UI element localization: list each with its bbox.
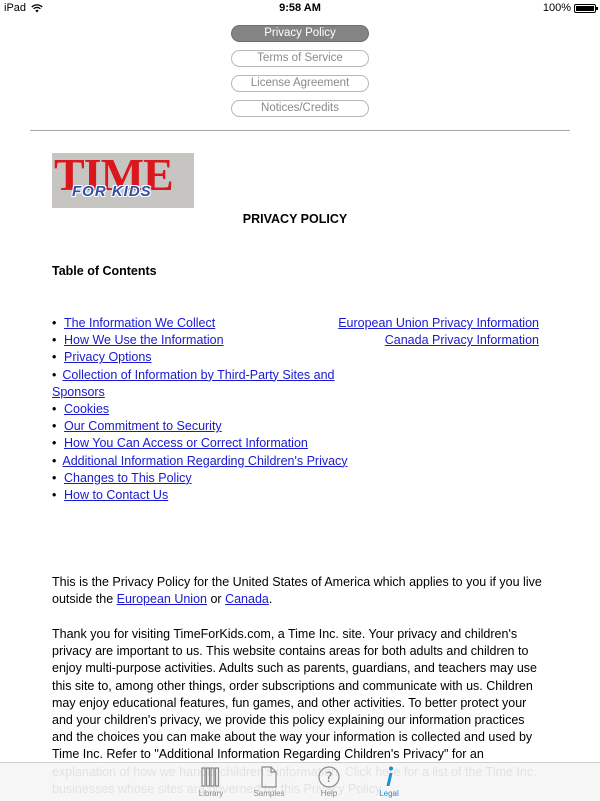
toc-list: The Information We Collect How We Use th… xyxy=(52,315,352,504)
tab-samples[interactable]: Samples xyxy=(244,765,294,798)
list-item: Changes to This Policy xyxy=(52,470,352,487)
question-icon: ? xyxy=(318,766,340,788)
toc-link-cookies[interactable]: Cookies xyxy=(64,402,109,416)
toc-link-information-we-collect[interactable]: The Information We Collect xyxy=(64,316,215,330)
european-union-link[interactable]: European Union xyxy=(117,592,207,606)
time-for-kids-logo: TIME FOR KIDS xyxy=(52,153,194,208)
tab-library-label: Library xyxy=(198,789,224,798)
list-item: How You Can Access or Correct Informatio… xyxy=(52,435,352,452)
list-item: Collection of Information by Third-Party… xyxy=(52,367,352,401)
info-icon xyxy=(386,766,393,786)
intro-text-middle: or xyxy=(207,592,226,607)
toc-link-privacy-options[interactable]: Privacy Options xyxy=(64,350,152,364)
terms-of-service-button[interactable]: Terms of Service xyxy=(231,50,369,67)
tab-legal[interactable]: Legal xyxy=(364,765,414,798)
tab-samples-label: Samples xyxy=(253,789,285,798)
document-icon xyxy=(261,766,277,788)
toc-link-third-party[interactable]: Collection of Information by Third-Party… xyxy=(52,368,335,399)
tab-library[interactable]: Library xyxy=(186,765,236,798)
list-item: Additional Information Regarding Childre… xyxy=(52,453,352,470)
tab-help[interactable]: ? Help xyxy=(304,765,354,798)
intro-paragraph: This is the Privacy Policy for the Unite… xyxy=(52,574,542,608)
toc-link-contact[interactable]: How to Contact Us xyxy=(64,488,168,502)
toc-link-childrens-privacy[interactable]: Additional Information Regarding Childre… xyxy=(62,454,347,468)
list-item: How to Contact Us xyxy=(52,487,352,504)
toc-link-changes[interactable]: Changes to This Policy xyxy=(64,471,192,485)
tab-legal-label: Legal xyxy=(379,789,399,798)
toc-link-security[interactable]: Our Commitment to Security xyxy=(64,419,222,433)
privacy-policy-button[interactable]: Privacy Policy xyxy=(231,25,369,42)
status-right: 100% xyxy=(542,2,598,14)
list-item: Privacy Options xyxy=(52,349,352,366)
toc-link-canada-privacy[interactable]: Canada Privacy Information xyxy=(385,333,539,347)
battery-icon xyxy=(574,3,598,13)
tab-help-label: Help xyxy=(320,789,338,798)
intro-text-after: . xyxy=(268,592,273,607)
list-item: Cookies xyxy=(52,401,352,418)
toc-link-access-correct[interactable]: How You Can Access or Correct Informatio… xyxy=(64,436,308,450)
canada-link[interactable]: Canada xyxy=(225,592,269,606)
toc-link-how-we-use[interactable]: How We Use the Information xyxy=(64,333,224,347)
logo-for-kids-text: FOR KIDS xyxy=(72,183,152,200)
list-item: Our Commitment to Security xyxy=(52,418,352,435)
books-icon xyxy=(201,767,220,787)
license-agreement-button[interactable]: License Agreement xyxy=(231,75,369,92)
notices-credits-button[interactable]: Notices/Credits xyxy=(231,100,369,117)
page-title: PRIVACY POLICY xyxy=(242,212,348,226)
list-item: How We Use the Information xyxy=(52,332,352,349)
tab-bar: Library Samples ? Help Legal xyxy=(0,762,600,801)
toc-heading: Table of Contents xyxy=(52,264,157,278)
list-item: The Information We Collect xyxy=(52,315,352,332)
battery-percent: 100% xyxy=(542,2,571,14)
toc-link-eu-privacy[interactable]: European Union Privacy Information xyxy=(338,316,539,330)
status-bar: iPad 9:58 AM 100% xyxy=(0,0,600,16)
status-time: 9:58 AM xyxy=(279,2,321,14)
svg-text:?: ? xyxy=(325,770,332,786)
header-divider xyxy=(30,130,570,131)
toc-right-links: European Union Privacy Information Canad… xyxy=(338,315,539,349)
